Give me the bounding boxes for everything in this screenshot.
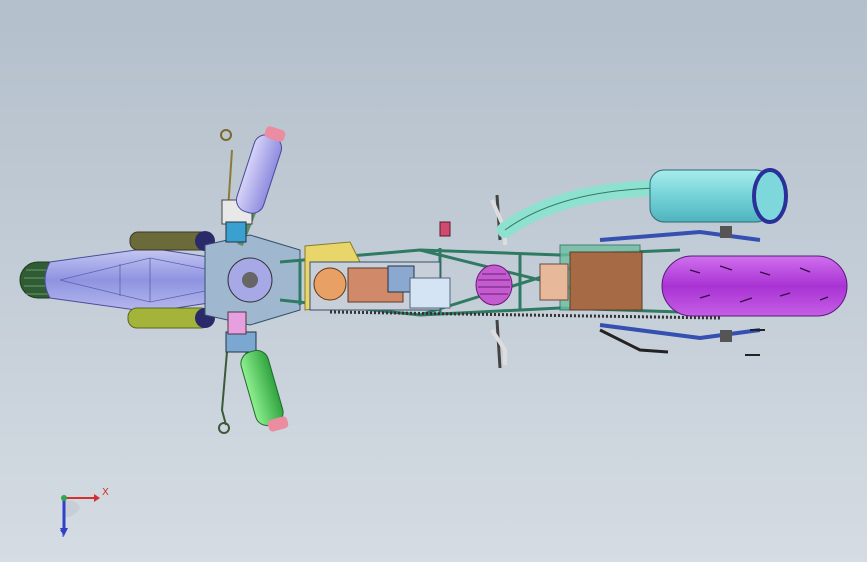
exhaust-pipe[interactable] — [497, 180, 668, 238]
cad-viewport[interactable] — [0, 0, 867, 562]
y-axis-label: Y — [60, 529, 67, 540]
triple-clamp[interactable] — [204, 234, 301, 326]
engine[interactable] — [309, 261, 451, 311]
coordinate-triad: X Y — [40, 478, 130, 548]
rear-shock[interactable] — [475, 264, 513, 306]
z-axis-dot — [61, 495, 67, 501]
x-axis-label: X — [102, 487, 109, 498]
left-grip[interactable] — [233, 125, 286, 216]
mirror-mount-left[interactable] — [439, 221, 451, 237]
triad-plane-shadow — [64, 498, 80, 518]
rear-tire[interactable] — [661, 255, 848, 317]
fork-upper[interactable] — [129, 231, 215, 251]
muffler[interactable] — [649, 168, 788, 224]
x-axis-arrow — [94, 494, 100, 502]
fork-lower[interactable] — [127, 307, 215, 329]
right-footpeg[interactable] — [490, 319, 507, 369]
right-grip[interactable] — [238, 348, 289, 433]
headlight-cowl[interactable] — [44, 247, 223, 313]
triad-graphic — [60, 494, 100, 536]
